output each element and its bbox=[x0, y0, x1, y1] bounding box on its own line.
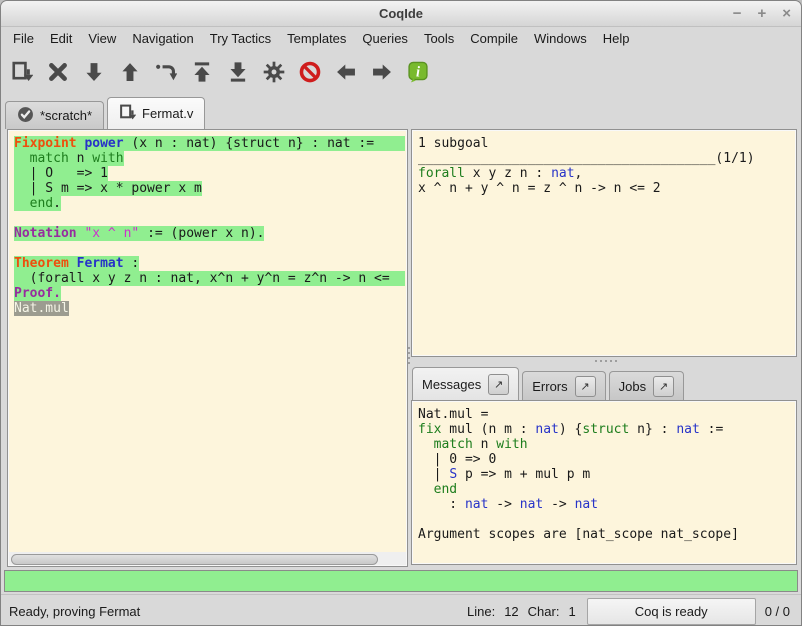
vertical-splitter-handle[interactable] bbox=[407, 341, 411, 369]
window-controls: − + × bbox=[733, 1, 791, 26]
menu-templates[interactable]: Templates bbox=[279, 31, 354, 46]
goals-code: 1 subgoal_______________________________… bbox=[412, 130, 796, 196]
menu-try-tactics[interactable]: Try Tactics bbox=[202, 31, 279, 46]
titlebar[interactable]: CoqIde − + × bbox=[1, 1, 801, 27]
menu-navigation[interactable]: Navigation bbox=[124, 31, 201, 46]
step-backward-icon[interactable] bbox=[118, 60, 142, 84]
toolbar: i bbox=[1, 51, 801, 93]
proof-counter: 0 / 0 bbox=[765, 604, 790, 619]
tab-errors[interactable]: Errors ↗ bbox=[522, 371, 605, 400]
tab-label: Messages bbox=[422, 377, 481, 392]
char-value: 1 bbox=[568, 604, 575, 619]
editor-horizontal-scrollbar bbox=[9, 552, 406, 565]
menu-queries[interactable]: Queries bbox=[354, 31, 416, 46]
status-message: Ready, proving Fermat bbox=[9, 604, 140, 619]
svg-text:i: i bbox=[416, 64, 420, 80]
menu-view[interactable]: View bbox=[80, 31, 124, 46]
file-save-icon bbox=[119, 104, 136, 124]
save-icon[interactable] bbox=[10, 60, 34, 84]
detach-icon[interactable]: ↗ bbox=[488, 374, 509, 395]
about-icon[interactable]: i bbox=[406, 60, 430, 84]
detach-icon[interactable]: ↗ bbox=[575, 376, 596, 397]
buffer-tabbar: *scratch* Fermat.v bbox=[5, 97, 205, 129]
previous-occurrence-icon[interactable] bbox=[334, 60, 358, 84]
tab-jobs[interactable]: Jobs ↗ bbox=[609, 371, 684, 400]
tab-label: Errors bbox=[532, 379, 567, 394]
char-label: Char: bbox=[528, 604, 560, 619]
tab-label: Fermat.v bbox=[142, 106, 193, 121]
interrupt-icon[interactable] bbox=[298, 60, 322, 84]
menu-file[interactable]: File bbox=[5, 31, 42, 46]
menu-help[interactable]: Help bbox=[595, 31, 638, 46]
coqide-window: CoqIde − + × File Edit View Navigation T… bbox=[0, 0, 802, 626]
close-buffer-icon[interactable] bbox=[46, 60, 70, 84]
go-to-end-icon[interactable] bbox=[226, 60, 250, 84]
script-code: Fixpoint power (x n : nat) {struct n} : … bbox=[8, 130, 407, 316]
statusbar: Ready, proving Fermat Line: 12 Char: 1 C… bbox=[1, 594, 801, 626]
go-to-cursor-icon[interactable] bbox=[154, 60, 178, 84]
line-label: Line: bbox=[467, 604, 495, 619]
fully-check-icon[interactable] bbox=[262, 60, 286, 84]
messages-code: Nat.mul =fix mul (n m : nat) {struct n} … bbox=[412, 401, 796, 542]
close-icon[interactable]: × bbox=[782, 6, 791, 21]
progress-bar bbox=[4, 570, 798, 592]
menu-windows[interactable]: Windows bbox=[526, 31, 595, 46]
tab-fermat[interactable]: Fermat.v bbox=[107, 97, 205, 129]
step-forward-icon[interactable] bbox=[82, 60, 106, 84]
menu-edit[interactable]: Edit bbox=[42, 31, 80, 46]
restart-icon[interactable] bbox=[190, 60, 214, 84]
tab-label: *scratch* bbox=[40, 108, 92, 123]
coq-status-button[interactable]: Coq is ready bbox=[587, 598, 756, 625]
message-tabbar: Messages ↗ Errors ↗ Jobs ↗ bbox=[412, 367, 684, 400]
menubar: File Edit View Navigation Try Tactics Te… bbox=[1, 27, 801, 49]
goals-panel[interactable]: 1 subgoal_______________________________… bbox=[411, 129, 797, 357]
menu-tools[interactable]: Tools bbox=[416, 31, 462, 46]
next-occurrence-icon[interactable] bbox=[370, 60, 394, 84]
line-value: 12 bbox=[504, 604, 518, 619]
saved-check-icon bbox=[17, 106, 34, 126]
menu-compile[interactable]: Compile bbox=[462, 31, 526, 46]
horizontal-splitter-handle[interactable] bbox=[591, 359, 621, 363]
tab-messages[interactable]: Messages ↗ bbox=[412, 367, 519, 400]
script-editor[interactable]: Fixpoint power (x n : nat) {struct n} : … bbox=[7, 129, 408, 567]
minimize-icon[interactable]: − bbox=[733, 6, 742, 21]
scrollbar-thumb[interactable] bbox=[11, 554, 378, 565]
maximize-icon[interactable]: + bbox=[757, 6, 766, 21]
window-title: CoqIde bbox=[1, 1, 801, 26]
tab-scratch[interactable]: *scratch* bbox=[5, 101, 104, 129]
messages-panel[interactable]: Nat.mul =fix mul (n m : nat) {struct n} … bbox=[411, 400, 797, 565]
tab-label: Jobs bbox=[619, 379, 646, 394]
detach-icon[interactable]: ↗ bbox=[653, 376, 674, 397]
